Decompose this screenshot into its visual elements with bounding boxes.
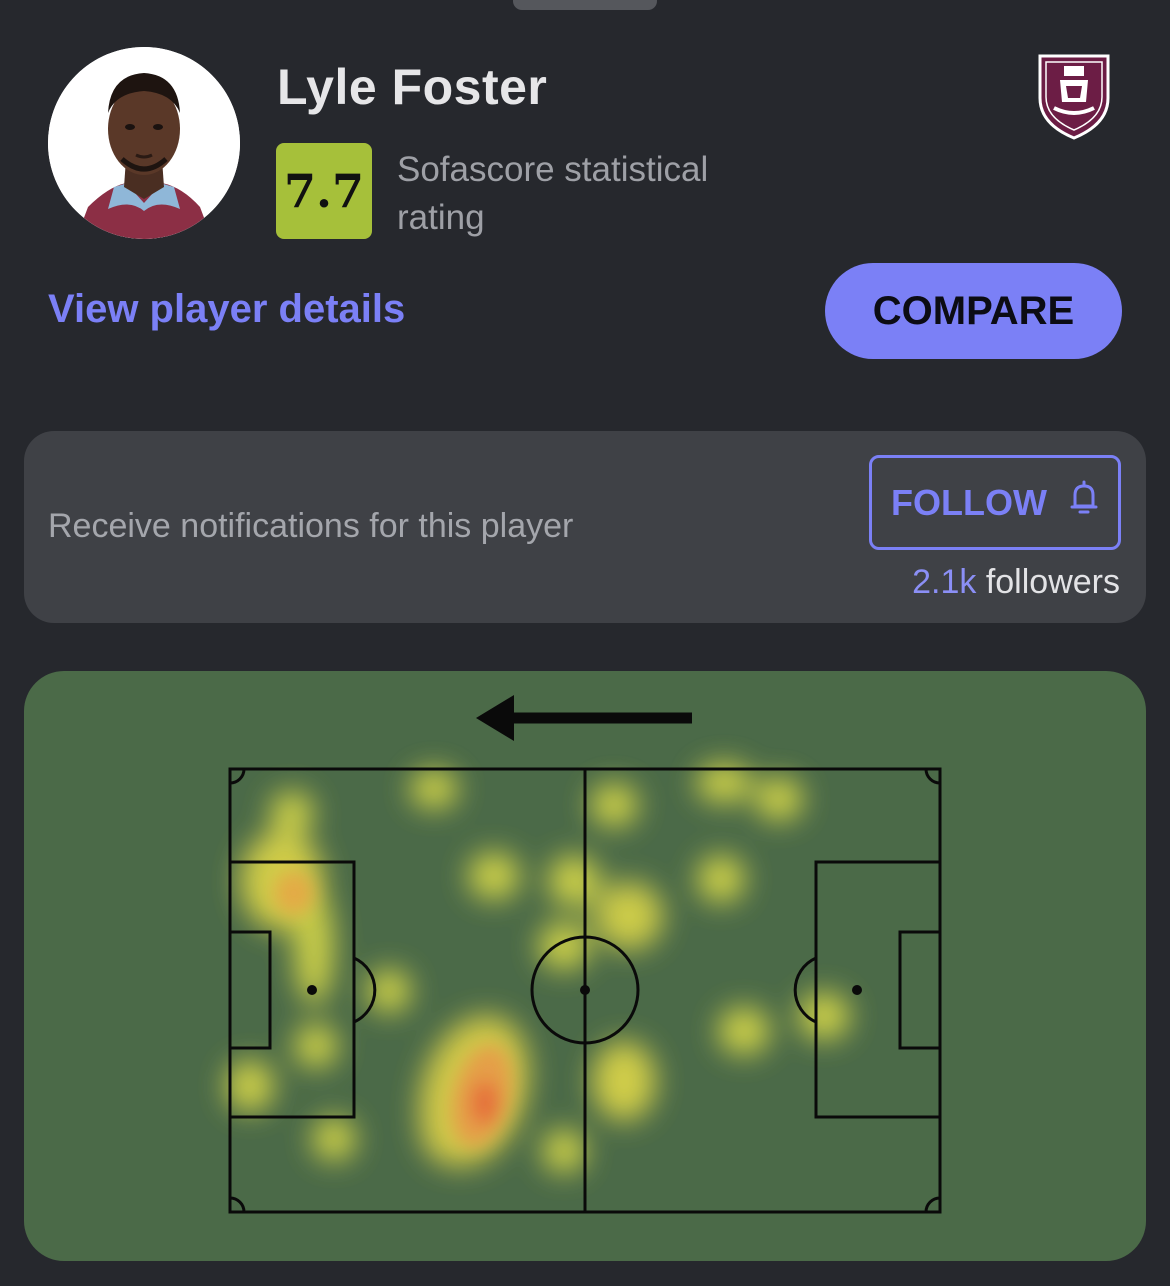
compare-button[interactable]: COMPARE xyxy=(825,263,1122,359)
bell-icon xyxy=(1069,478,1099,527)
followers-number: 2.1k xyxy=(912,563,977,601)
penalty-spot-left xyxy=(307,985,317,995)
penalty-spot-right xyxy=(852,985,862,995)
follow-button[interactable]: FOLLOW xyxy=(869,455,1121,550)
notifications-text: Receive notifications for this player xyxy=(48,507,574,545)
player-avatar xyxy=(48,47,240,239)
view-player-details-link[interactable]: View player details xyxy=(48,287,405,332)
burnley-crest-icon[interactable] xyxy=(1036,52,1112,140)
drag-handle[interactable] xyxy=(513,0,657,10)
followers-label: followers xyxy=(985,563,1120,601)
heatmap-card xyxy=(24,671,1146,1261)
rating-badge: 7.7 xyxy=(276,143,372,239)
notifications-card: Receive notifications for this player FO… xyxy=(24,431,1146,623)
arrow-left-icon xyxy=(476,695,692,741)
heatmap-blobs xyxy=(226,763,850,1173)
followers-count: 2.1k followers xyxy=(912,563,1120,602)
rating-label: Sofascore statistical rating xyxy=(397,150,709,237)
center-spot xyxy=(580,985,590,995)
follow-label: FOLLOW xyxy=(891,481,1047,523)
heatmap-svg xyxy=(226,695,942,1214)
player-name: Lyle Foster xyxy=(277,59,548,115)
player-sheet: Lyle Foster 7.7 Sofascore statistical ra… xyxy=(0,0,1170,1286)
